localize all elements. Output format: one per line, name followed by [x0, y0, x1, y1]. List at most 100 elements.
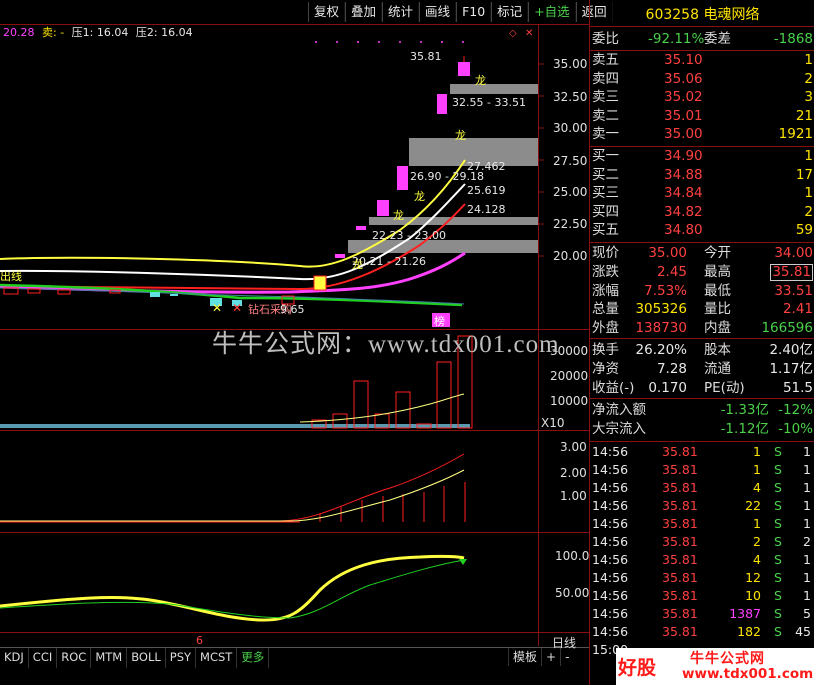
bids-volume: 2: [804, 203, 813, 220]
volume-ma-line: [299, 393, 465, 423]
flow-value: -1.12亿: [720, 421, 769, 437]
asks-volume: 1: [804, 52, 813, 68]
stat-value: 33.51: [774, 282, 813, 299]
stat-label: 总量: [592, 301, 619, 318]
asks-label: 卖四: [592, 70, 619, 87]
stat-value: 35.81: [770, 263, 813, 281]
flow-label: 净流入额: [592, 402, 646, 418]
close-icon[interactable]: ✕: [525, 28, 533, 39]
trade-row: 14:56 35.81 1 S 1: [590, 515, 814, 533]
fin-value: 2.40亿: [769, 342, 813, 358]
trade-time: 14:56: [592, 606, 629, 621]
diamond-icon: ◇: [509, 28, 517, 39]
asks-price: 35.06: [664, 70, 703, 87]
bids-row[interactable]: 买五 34.80 59: [590, 221, 814, 239]
stat-row: 涨幅 7.53% 最低 33.51: [590, 282, 814, 300]
asks-price: 35.02: [664, 89, 703, 105]
trade-time: 14:56: [592, 498, 629, 513]
tab-roc[interactable]: ROC: [57, 648, 92, 668]
zoom-out-button[interactable]: -: [560, 648, 573, 666]
range-label: 22.23 - 23.00: [372, 229, 446, 242]
price-tick: 35.00: [553, 57, 587, 71]
volume-tick: 20000: [550, 369, 588, 383]
stock-code: 603258: [645, 7, 699, 23]
price-tick: 25.00: [553, 185, 587, 199]
bids-row[interactable]: 买二 34.88 17: [590, 166, 814, 184]
asks-row[interactable]: 卖三 35.02 3: [590, 88, 814, 106]
bids-volume: 1: [804, 185, 813, 201]
stat-label: 最高: [704, 263, 731, 280]
price-tick: 30.00: [553, 121, 587, 135]
dragon-mark: 龙: [455, 129, 466, 142]
indicator-tabs: KDJ CCI ROC MTM BOLL PSY MCST 更多: [0, 648, 590, 668]
trade-row: 14:56 35.81 4 S 1: [590, 479, 814, 497]
flow-value: -1.33亿: [720, 402, 769, 418]
macd-tick: 1.00: [560, 489, 587, 503]
template-button[interactable]: 模板: [508, 648, 541, 666]
asks-row[interactable]: 卖一 35.00 1921: [590, 125, 814, 143]
trade-side: S: [774, 534, 782, 549]
bids-volume: 59: [795, 222, 813, 238]
tab-boll[interactable]: BOLL: [127, 648, 166, 668]
stock-terminal: 复权 叠加 统计 画线 F10 标记 +自选 返回 20.28 卖: - 压1:…: [0, 0, 814, 685]
asks-row[interactable]: 卖四 35.06 2: [590, 70, 814, 88]
logo-text: 好股: [618, 657, 657, 679]
tab-mcst[interactable]: MCST: [196, 648, 238, 668]
trade-time: 14:56: [592, 624, 629, 639]
bids-price: 34.82: [664, 203, 703, 220]
bids-price: 34.88: [664, 166, 703, 183]
trade-side: S: [774, 480, 782, 495]
trade-side: S: [774, 552, 782, 567]
fin-label: PE(动): [704, 380, 745, 396]
fin-row: 收益(-) 0.170 PE(动) 51.5: [590, 379, 814, 397]
trade-count: 1: [803, 588, 811, 603]
asks-row[interactable]: 卖五 35.10 1: [590, 51, 814, 69]
stat-row: 现价 35.00 今开 34.00: [590, 244, 814, 262]
trade-price: 35.81: [662, 624, 698, 639]
trade-row: 14:56 35.81 182 S 45: [590, 623, 814, 641]
bids-row[interactable]: 买四 34.82 2: [590, 203, 814, 221]
stat-value: 7.53%: [644, 282, 687, 299]
tab-psy[interactable]: PSY: [166, 648, 197, 668]
stat-row: 总量 305326 量比 2.41: [590, 300, 814, 318]
tab-mtm[interactable]: MTM: [91, 648, 128, 668]
watermark: 牛牛公式网：www.tdx001.com: [212, 331, 560, 358]
stat-label: 内盘: [704, 320, 731, 337]
trade-volume: 10: [745, 588, 761, 603]
osc-tick: 100.0: [555, 549, 589, 563]
trade-volume: 1: [753, 444, 761, 459]
trade-price: 35.81: [662, 480, 698, 495]
trade-row: 14:56 35.81 1 S 1: [590, 443, 814, 461]
asks-volume: 2: [804, 70, 813, 87]
bids-price: 34.90: [664, 148, 703, 164]
trade-price: 35.81: [662, 516, 698, 531]
stat-value: 34.00: [774, 245, 813, 261]
trade-time: 14:56: [592, 480, 629, 495]
bids-row[interactable]: 买一 34.90 1: [590, 147, 814, 165]
asks-row[interactable]: 卖二 35.01 21: [590, 107, 814, 125]
trade-volume: 4: [753, 552, 761, 567]
asks-price: 35.00: [664, 126, 703, 142]
fin-label: 流通: [704, 361, 731, 377]
macd-yellow-line: [0, 469, 465, 522]
trade-row: 14:56 35.81 10 S 1: [590, 587, 814, 605]
asks-volume: 1921: [778, 126, 813, 142]
volume-tick: 10000: [550, 394, 588, 408]
tab-cci[interactable]: CCI: [29, 648, 58, 668]
bids-volume: 17: [795, 166, 813, 183]
bids-price: 34.84: [664, 185, 703, 201]
stat-value: 138730: [635, 320, 687, 337]
stat-value: 166596: [761, 320, 813, 337]
flow-row: 大宗流入 -1.12亿 -10%: [590, 420, 814, 438]
trade-row: 14:56 35.81 22 S 1: [590, 497, 814, 515]
bottom-price: 9.65: [280, 303, 305, 316]
fin-label: 股本: [704, 342, 731, 358]
trade-count: 1: [803, 498, 811, 513]
zoom-in-button[interactable]: +: [541, 648, 560, 666]
osc-yellow-line: [0, 554, 465, 622]
tab-kdj[interactable]: KDJ: [0, 648, 29, 668]
stat-value: 305326: [635, 301, 687, 318]
price-tick: 32.50: [553, 90, 587, 104]
tab-more[interactable]: 更多: [237, 648, 270, 668]
bids-row[interactable]: 买三 34.84 1: [590, 184, 814, 202]
